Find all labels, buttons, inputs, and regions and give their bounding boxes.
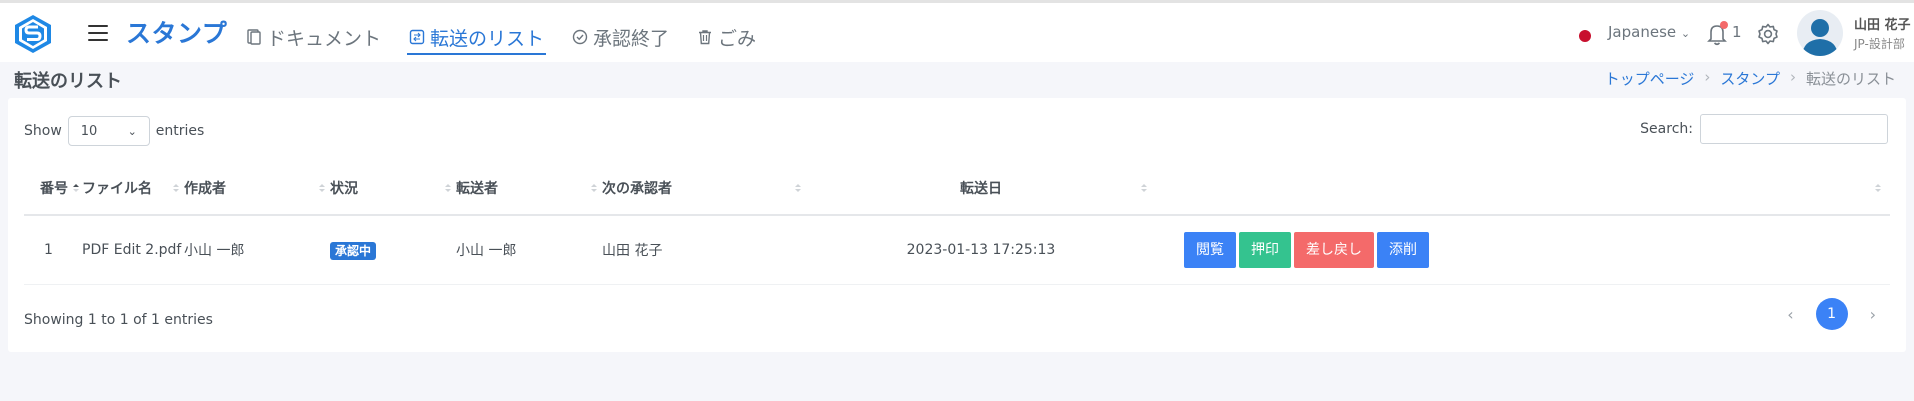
breadcrumb-current: 転送のリスト — [1805, 70, 1896, 88]
sort-icon — [1141, 184, 1147, 192]
show-label: Show — [24, 123, 62, 139]
table-info: Showing 1 to 1 of 1 entries — [24, 312, 213, 328]
breadcrumb-stamp[interactable]: スタンプ — [1720, 68, 1780, 89]
sort-icon — [1875, 184, 1881, 192]
page-size-control: Show 10 ⌄ entries — [24, 116, 204, 146]
sort-icon — [795, 184, 801, 192]
page-size-select[interactable]: 10 ⌄ — [67, 116, 150, 146]
nav-approved[interactable]: 承認終了 — [570, 21, 671, 53]
app-logo-icon[interactable] — [12, 13, 54, 55]
app-header: スタンプ ドキュメント 転送のリスト 承認終了 ごみ Japanese ⌄ 1 — [0, 3, 1914, 62]
column-header-date[interactable]: 転送日 — [808, 162, 1154, 216]
nav-approved-label: 承認終了 — [593, 27, 670, 50]
chevron-down-icon: ⌄ — [127, 124, 137, 138]
notification-dot — [1720, 21, 1728, 29]
breadcrumb-separator: › — [1704, 68, 1711, 86]
column-header-actions[interactable] — [1154, 162, 1890, 216]
cell-status: 承認中 — [330, 215, 456, 285]
column-header-label: 番号 — [40, 181, 68, 197]
trash-icon — [699, 30, 712, 45]
table-header-row: 番号 ファイル名 作成者 状況 転送者 次の承認者 転送日 — [24, 162, 1890, 216]
pagination: ‹ 1 › — [1787, 298, 1876, 330]
send-back-button[interactable]: 差し戻し — [1294, 232, 1374, 268]
cell-sender: 小山 一郎 — [456, 215, 602, 285]
nav-trash-label: ごみ — [718, 27, 757, 50]
nav-transfer-list-label: 転送のリスト — [430, 27, 545, 50]
cell-file-name: PDF Edit 2.pdf — [82, 215, 184, 285]
correct-button[interactable]: 添削 — [1377, 232, 1429, 268]
nav-trash[interactable]: ごみ — [695, 21, 758, 53]
main-nav: ドキュメント 転送のリスト 承認終了 ごみ — [244, 21, 782, 57]
sort-icon — [591, 184, 597, 192]
brand-title[interactable]: スタンプ — [126, 14, 227, 50]
cell-date: 2023-01-13 17:25:13 — [808, 215, 1154, 285]
language-selector[interactable]: Japanese ⌄ — [1608, 23, 1690, 41]
japan-flag-icon — [1579, 30, 1591, 42]
column-header-number[interactable]: 番号 — [24, 162, 82, 216]
gear-icon[interactable] — [1756, 22, 1780, 46]
page-size-value: 10 — [80, 123, 98, 139]
column-header-status[interactable]: 状況 — [330, 162, 456, 216]
language-label: Japanese — [1608, 23, 1677, 41]
chevron-down-icon: ⌄ — [1680, 27, 1691, 40]
column-header-file[interactable]: ファイル名 — [82, 162, 184, 216]
search-label: Search: — [1640, 121, 1693, 137]
stamp-button[interactable]: 押印 — [1239, 232, 1291, 268]
sort-icon — [173, 184, 179, 192]
transfer-table: 番号 ファイル名 作成者 状況 転送者 次の承認者 転送日 1 PDF Edit… — [24, 162, 1890, 285]
column-header-label: 転送者 — [456, 181, 498, 197]
nav-documents[interactable]: ドキュメント — [244, 21, 383, 53]
cell-next-approver: 山田 花子 — [602, 215, 808, 285]
user-avatar-icon — [1802, 19, 1838, 56]
sort-icon — [319, 184, 325, 192]
table-row: 1 PDF Edit 2.pdf 小山 一郎 承認中 小山 一郎 山田 花子 2… — [24, 215, 1890, 285]
column-header-label: ファイル名 — [82, 181, 152, 197]
search-input[interactable] — [1700, 114, 1888, 144]
prev-page-icon[interactable]: ‹ — [1787, 305, 1793, 324]
transfer-list-card: Show 10 ⌄ entries Search: 番号 ファイル名 作成者 状… — [8, 98, 1906, 352]
menu-icon[interactable] — [88, 25, 108, 41]
column-header-label: 転送日 — [960, 181, 1002, 197]
sort-icon — [445, 184, 451, 192]
column-header-next-approver[interactable]: 次の承認者 — [602, 162, 808, 216]
column-header-label: 作成者 — [184, 181, 226, 197]
page-button-1[interactable]: 1 — [1815, 298, 1848, 330]
column-header-label: 状況 — [330, 181, 358, 197]
breadcrumb-top[interactable]: トップページ — [1605, 68, 1695, 89]
breadcrumb: トップページ › スタンプ › 転送のリスト — [1605, 68, 1896, 89]
document-icon — [247, 29, 261, 45]
column-header-creator[interactable]: 作成者 — [184, 162, 330, 216]
user-department: JP-設計部 — [1854, 37, 1905, 51]
status-badge: 承認中 — [330, 241, 377, 260]
view-button[interactable]: 閲覧 — [1184, 232, 1236, 268]
check-circle-icon — [572, 29, 588, 45]
breadcrumb-separator: › — [1789, 68, 1796, 86]
cell-number: 1 — [24, 215, 82, 285]
sort-asc-icon — [73, 184, 79, 192]
next-page-icon[interactable]: › — [1870, 305, 1876, 324]
entries-label: entries — [155, 123, 205, 139]
cell-actions: 閲覧 押印 差し戻し 添削 — [1154, 215, 1890, 285]
nav-transfer-list[interactable]: 転送のリスト — [407, 21, 547, 55]
avatar[interactable] — [1797, 10, 1843, 56]
transfer-list-icon — [409, 29, 425, 45]
column-header-label: 次の承認者 — [602, 181, 672, 197]
page-title: 転送のリスト — [14, 71, 122, 92]
nav-documents-label: ドキュメント — [267, 27, 382, 50]
cell-creator: 小山 一郎 — [184, 215, 330, 285]
column-header-sender[interactable]: 転送者 — [456, 162, 602, 216]
notification-count: 1 — [1732, 23, 1742, 41]
user-name[interactable]: 山田 花子 — [1854, 14, 1911, 33]
search-control: Search: — [1640, 114, 1888, 144]
